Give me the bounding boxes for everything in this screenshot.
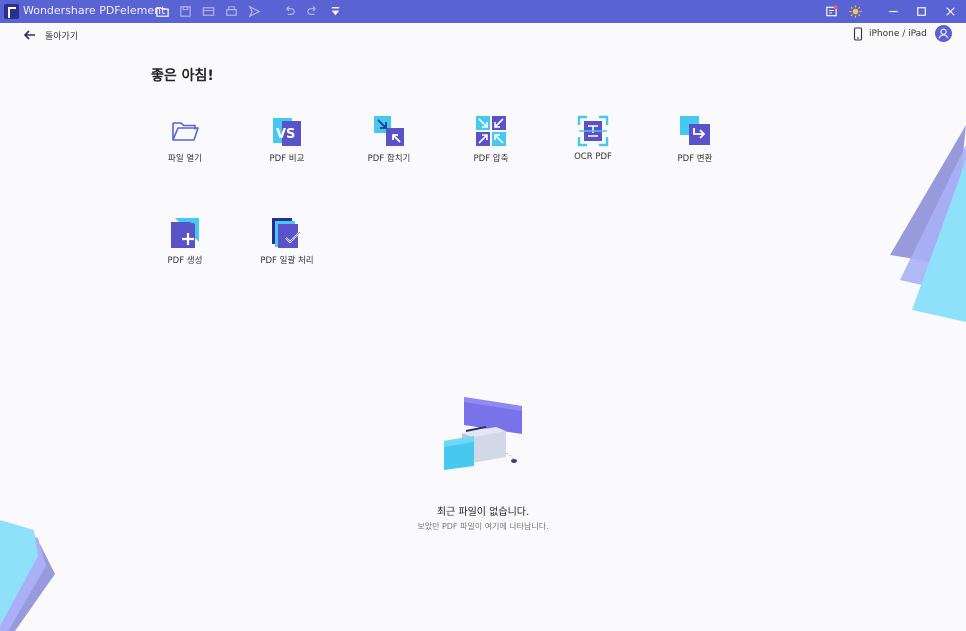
phone-icon bbox=[853, 27, 863, 41]
minimize-icon[interactable] bbox=[886, 4, 901, 19]
app-logo-icon bbox=[4, 4, 19, 19]
title-bar: Wondershare PDFelement bbox=[0, 0, 966, 23]
print-icon[interactable] bbox=[224, 4, 239, 19]
compare-icon: VS bbox=[271, 115, 303, 147]
tool-ocr[interactable]: OCR PDF bbox=[543, 115, 643, 179]
arrow-left-icon bbox=[23, 30, 35, 40]
tool-compare[interactable]: VS PDF 비교 bbox=[237, 115, 337, 179]
compress-icon bbox=[475, 115, 507, 147]
svg-text:VS: VS bbox=[276, 127, 295, 142]
mail-icon[interactable] bbox=[201, 4, 216, 19]
close-icon[interactable] bbox=[943, 4, 958, 19]
decorative-paper-left bbox=[0, 520, 55, 631]
tool-batch[interactable]: PDF 일괄 처리 bbox=[237, 217, 337, 281]
ocr-icon bbox=[577, 115, 609, 147]
create-icon bbox=[169, 217, 201, 249]
iphone-ipad-link[interactable]: iPhone / iPad bbox=[852, 26, 927, 42]
user-avatar[interactable] bbox=[935, 25, 952, 42]
tool-label: PDF 일괄 처리 bbox=[260, 256, 314, 266]
tool-label: PDF 압축 bbox=[473, 154, 509, 164]
redo-icon[interactable] bbox=[305, 4, 320, 19]
maximize-icon[interactable] bbox=[914, 4, 929, 19]
back-button[interactable]: 돌아가기 bbox=[22, 26, 78, 44]
tool-label: PDF 합치기 bbox=[367, 154, 411, 164]
dropdown-arrow-icon[interactable] bbox=[328, 4, 343, 19]
open-folder-icon[interactable] bbox=[155, 4, 170, 19]
undo-icon[interactable] bbox=[282, 4, 297, 19]
folder-open-icon bbox=[169, 115, 201, 147]
tool-create[interactable]: PDF 생성 bbox=[135, 217, 235, 281]
batch-icon bbox=[271, 217, 303, 249]
app-title: Wondershare PDFelement bbox=[23, 4, 166, 17]
greeting-title: 좋은 아침! bbox=[151, 68, 214, 84]
back-label: 돌아가기 bbox=[45, 31, 79, 42]
decorative-paper-right bbox=[890, 125, 966, 322]
notification-icon[interactable] bbox=[824, 4, 839, 19]
tool-label: OCR PDF bbox=[574, 152, 612, 162]
tool-compress[interactable]: PDF 압축 bbox=[441, 115, 541, 179]
tool-label: PDF 생성 bbox=[167, 256, 203, 266]
theme-sun-icon[interactable] bbox=[848, 4, 863, 19]
tool-merge[interactable]: PDF 합치기 bbox=[339, 115, 439, 179]
tool-open-file[interactable]: 파일 열기 bbox=[135, 115, 235, 179]
tool-label: PDF 변환 bbox=[677, 154, 713, 164]
empty-state-subtitle: 보았던 PDF 파일이 여기에 나타납니다. bbox=[417, 522, 549, 531]
empty-state-title: 최근 파일이 없습니다. bbox=[436, 507, 530, 518]
tool-convert[interactable]: PDF 변환 bbox=[645, 115, 745, 179]
user-icon bbox=[938, 28, 949, 39]
save-icon[interactable] bbox=[178, 4, 193, 19]
empty-state-illustration bbox=[440, 395, 530, 480]
share-icon[interactable] bbox=[247, 4, 262, 19]
tool-label: 파일 열기 bbox=[168, 154, 202, 164]
device-label: iPhone / iPad bbox=[869, 29, 927, 39]
tool-label: PDF 비교 bbox=[269, 154, 305, 164]
merge-icon bbox=[373, 115, 405, 147]
convert-icon bbox=[679, 115, 711, 147]
